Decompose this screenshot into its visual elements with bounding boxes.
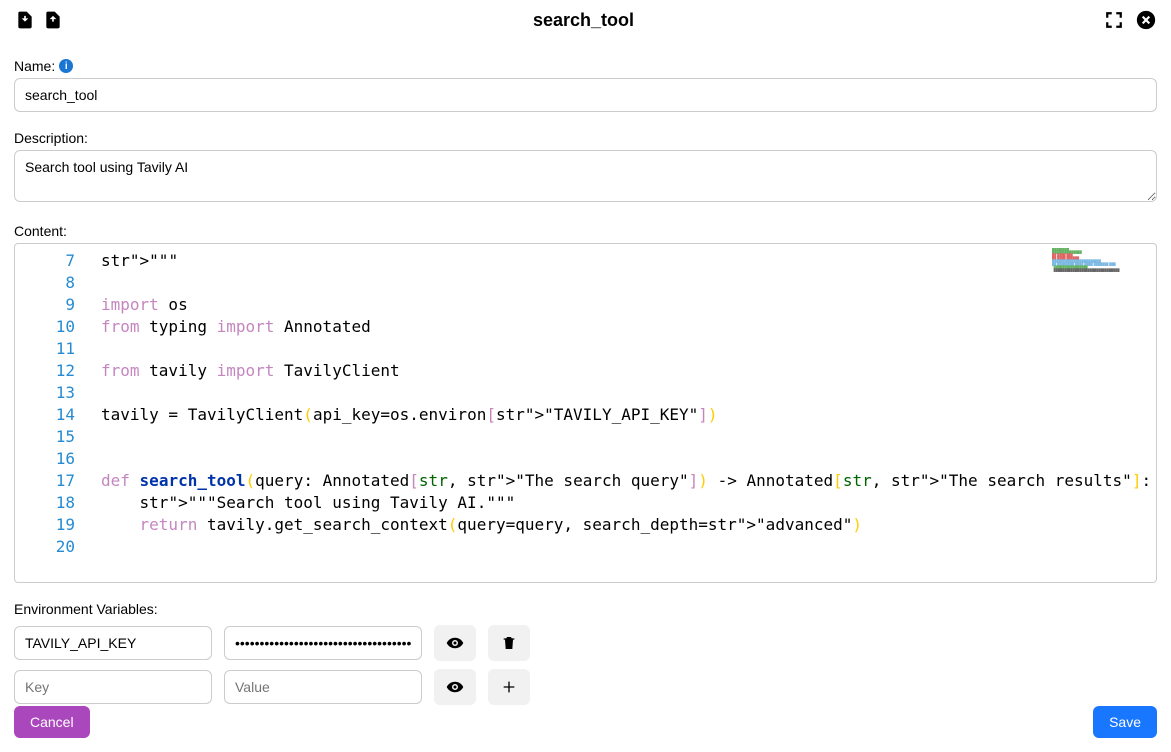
code-line[interactable]: tavily = TavilyClient(api_key=os.environ… <box>101 404 1156 426</box>
minimap[interactable]: ████████ ██████████████ ██ ████ ███ ██ █… <box>1052 248 1152 288</box>
line-number: 13 <box>15 382 83 404</box>
line-number: 18 <box>15 492 83 514</box>
info-icon[interactable]: i <box>59 59 73 73</box>
code-line[interactable] <box>101 448 1156 470</box>
export-icon[interactable] <box>42 9 64 31</box>
line-number: 16 <box>15 448 83 470</box>
env-key-input[interactable] <box>14 626 212 660</box>
dialog-header: search_tool <box>0 0 1171 40</box>
cancel-button[interactable]: Cancel <box>14 706 90 738</box>
import-icon[interactable] <box>14 9 36 31</box>
line-number: 12 <box>15 360 83 382</box>
code-line[interactable]: str">""" <box>101 250 1156 272</box>
fullscreen-icon[interactable] <box>1103 9 1125 31</box>
name-label: Name: i <box>14 58 1157 74</box>
code-line[interactable]: from tavily import TavilyClient <box>101 360 1156 382</box>
line-number: 10 <box>15 316 83 338</box>
code-line[interactable] <box>101 426 1156 448</box>
description-input[interactable]: Search tool using Tavily AI <box>14 150 1157 202</box>
description-label: Description: <box>14 130 1157 146</box>
code-content[interactable]: str">""" import osfrom typing import Ann… <box>83 244 1156 564</box>
code-line[interactable] <box>101 536 1156 558</box>
dialog-footer: Cancel Save <box>0 696 1171 752</box>
line-number: 8 <box>15 272 83 294</box>
code-line[interactable]: from typing import Annotated <box>101 316 1156 338</box>
line-number: 7 <box>15 250 83 272</box>
code-line[interactable]: str">"""Search tool using Tavily AI.""" <box>101 492 1156 514</box>
name-input[interactable] <box>14 78 1157 112</box>
close-icon[interactable] <box>1135 9 1157 31</box>
code-line[interactable] <box>101 382 1156 404</box>
save-button[interactable]: Save <box>1093 706 1157 738</box>
dialog-title: search_tool <box>64 10 1103 31</box>
code-line[interactable] <box>101 272 1156 294</box>
line-number: 14 <box>15 404 83 426</box>
code-gutter: 7891011121314151617181920 <box>15 244 83 582</box>
delete-env-button[interactable] <box>488 625 530 661</box>
line-number: 15 <box>15 426 83 448</box>
line-number: 20 <box>15 536 83 558</box>
code-line[interactable]: import os <box>101 294 1156 316</box>
line-number: 9 <box>15 294 83 316</box>
line-number: 17 <box>15 470 83 492</box>
env-label: Environment Variables: <box>14 601 1157 617</box>
env-row <box>14 625 1157 661</box>
code-line[interactable] <box>101 338 1156 360</box>
code-line[interactable]: return tavily.get_search_context(query=q… <box>101 514 1156 536</box>
line-number: 19 <box>15 514 83 536</box>
content-label: Content: <box>14 223 1157 239</box>
env-value-input[interactable] <box>224 626 422 660</box>
code-editor[interactable]: 7891011121314151617181920 str">""" impor… <box>14 243 1157 583</box>
toggle-visibility-button[interactable] <box>434 625 476 661</box>
line-number: 11 <box>15 338 83 360</box>
code-line[interactable]: def search_tool(query: Annotated[str, st… <box>101 470 1156 492</box>
